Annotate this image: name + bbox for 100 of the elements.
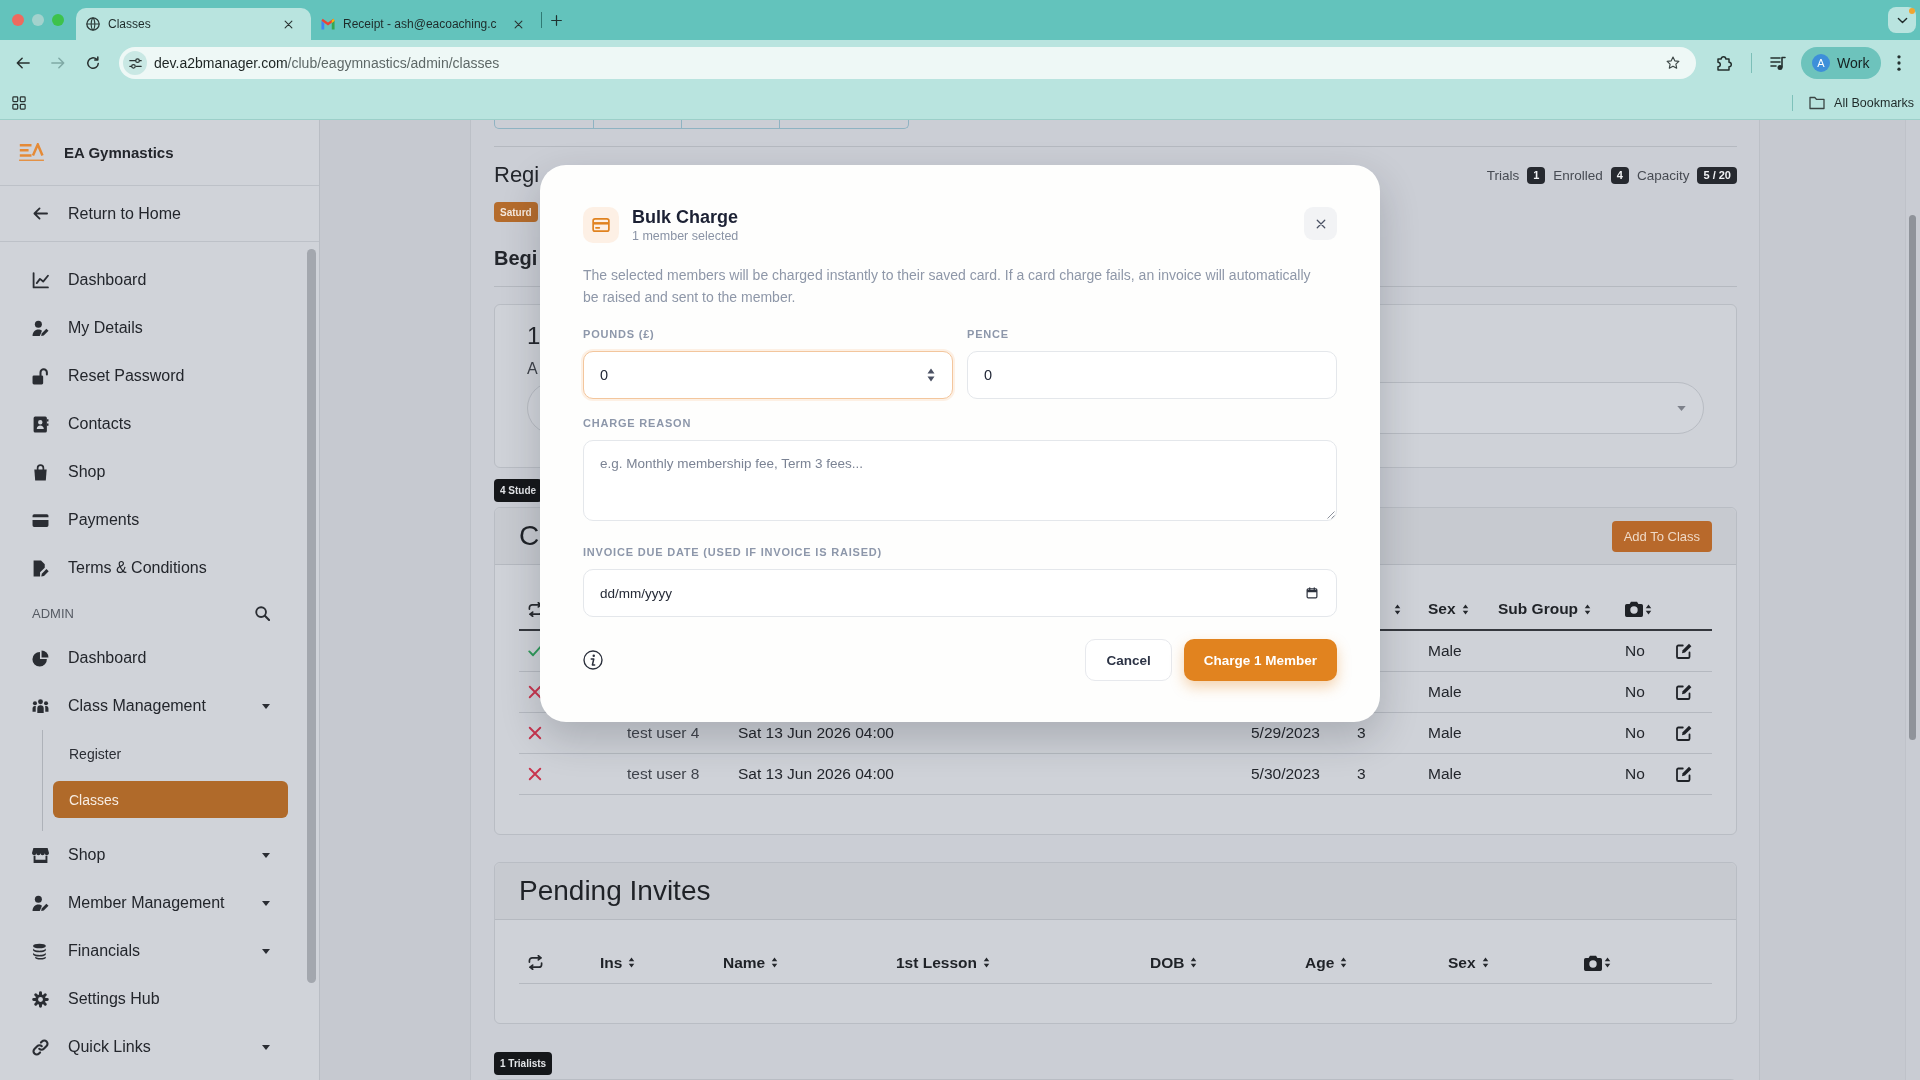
apps-grid-icon[interactable]: [12, 95, 26, 110]
caret-down-icon: [262, 900, 270, 906]
media-controls-icon[interactable]: [1770, 55, 1786, 71]
charge-reason-field[interactable]: e.g. Monthly membership fee, Term 3 fees...: [583, 440, 1337, 521]
summary-caption: A: [527, 359, 538, 379]
field-label: PENCE: [967, 327, 1009, 341]
new-tab-icon[interactable]: [551, 14, 562, 26]
document-pen-icon: [32, 559, 49, 577]
dialog-title: Bulk Charge: [632, 207, 739, 227]
site-settings-icon[interactable]: [123, 51, 147, 75]
nav-item[interactable]: Quick Links: [0, 1023, 305, 1071]
browser-tab[interactable]: Classes: [76, 8, 311, 40]
sort-icon: [1461, 603, 1469, 615]
settings-icon: [32, 990, 49, 1008]
nav-item[interactable]: Settings Hub: [0, 975, 305, 1023]
scrollbar-thumb[interactable]: [1909, 215, 1916, 740]
search-icon[interactable]: [255, 605, 270, 621]
close-icon: [1315, 218, 1326, 229]
profile-button[interactable]: A Work: [1801, 47, 1881, 79]
due-date-field[interactable]: dd/mm/yyyy: [583, 569, 1337, 617]
table-cell: Sat 13 Jun 2026 04:00: [738, 724, 894, 742]
repeat-icon[interactable]: [528, 955, 543, 970]
storefront-icon: [32, 846, 49, 864]
column-header[interactable]: DOB: [1150, 953, 1198, 972]
amount-field[interactable]: 0: [967, 351, 1337, 399]
caret-down-icon: [262, 852, 270, 858]
arrow-left-icon: [33, 206, 48, 221]
nav-item[interactable]: Shop: [0, 831, 305, 879]
nav-item[interactable]: Contacts: [0, 400, 305, 448]
nav-item[interactable]: Dashboard: [0, 256, 305, 304]
nav-item[interactable]: Shop: [0, 448, 305, 496]
calendar-icon[interactable]: [1306, 587, 1318, 599]
sort-icon[interactable]: [1604, 957, 1611, 968]
column-header[interactable]: Ins: [600, 953, 636, 972]
cancel-button[interactable]: Cancel: [1085, 639, 1172, 681]
unlocked-padlock-icon: [32, 367, 49, 385]
all-bookmarks-button[interactable]: All Bookmarks: [1809, 89, 1914, 116]
user-pen-icon: [32, 894, 49, 912]
nav-item[interactable]: Register: [53, 735, 288, 772]
back-link[interactable]: Return to Home: [0, 186, 319, 242]
reload-icon[interactable]: [86, 56, 100, 70]
table-cell: Male: [1428, 683, 1462, 701]
summary-number: 1: [527, 321, 541, 351]
link-icon: [32, 1038, 49, 1056]
browser-tab[interactable]: Receipt - ash@eacoaching.c: [311, 8, 541, 40]
nav-item[interactable]: Payments: [0, 496, 305, 544]
edit-icon[interactable]: [1676, 684, 1692, 700]
close-icon[interactable]: [284, 19, 293, 29]
nav-item[interactable]: Financials: [0, 927, 305, 975]
people-group-icon: [32, 697, 49, 715]
stepper-icon[interactable]: [927, 368, 935, 382]
table-cell: Male: [1428, 724, 1462, 742]
sort-icon: [983, 957, 990, 968]
close-icon[interactable]: [514, 19, 523, 29]
column-header[interactable]: Name: [723, 953, 779, 972]
sort-icon: [1584, 603, 1592, 615]
tab-search-button[interactable]: [1888, 7, 1916, 33]
sort-icon: [1481, 957, 1489, 968]
edit-icon[interactable]: [1676, 643, 1692, 659]
table-cell: test user 4: [627, 724, 700, 742]
dialog-description: The selected members will be charged instantly to their saved card. If a card charge fails, an invoice will automatically be raised and sent to the member.: [583, 266, 1312, 307]
sort-icon[interactable]: [1645, 603, 1652, 615]
table-cell: Male: [1428, 765, 1462, 783]
menu-icon[interactable]: [1897, 55, 1901, 71]
table-cell: No: [1625, 765, 1645, 783]
info-icon[interactable]: [583, 650, 603, 670]
sort-icon: [1340, 957, 1348, 968]
table-cell: No: [1625, 724, 1645, 742]
edit-icon[interactable]: [1676, 725, 1692, 741]
extensions-icon[interactable]: [1716, 55, 1732, 71]
bookmark-star-icon[interactable]: [1666, 56, 1680, 70]
sort-icon: [771, 957, 779, 968]
mail-icon: [321, 17, 335, 31]
page-title: Regi: [494, 162, 540, 188]
nav-item[interactable]: Reset Password: [0, 352, 305, 400]
folder-icon: [1809, 94, 1826, 111]
nav-item[interactable]: Classes: [53, 781, 288, 818]
resize-handle-icon[interactable]: [1327, 511, 1335, 519]
camera-icon: [1625, 601, 1643, 617]
address-bar[interactable]: dev.a2bmanager.com/club/eagymnastics/admin/classes: [119, 47, 1696, 79]
nav-item[interactable]: Class Management: [0, 682, 305, 730]
nav-item[interactable]: My Details: [0, 304, 305, 352]
address-book-icon: [32, 415, 49, 433]
amount-field[interactable]: 0: [583, 351, 953, 399]
nav-item[interactable]: Dashboard: [0, 634, 305, 682]
back-icon[interactable]: [16, 56, 30, 70]
nav-item[interactable]: Member Management: [0, 879, 305, 927]
repeat-icon[interactable]: [528, 601, 543, 617]
sort-icon[interactable]: [1394, 603, 1401, 615]
user-pen-icon: [32, 319, 49, 337]
column-header[interactable]: 1st Lesson: [896, 953, 990, 972]
scrollbar-thumb[interactable]: [307, 249, 316, 983]
edit-icon[interactable]: [1676, 766, 1692, 782]
column-header[interactable]: Sub Group: [1498, 600, 1592, 618]
card-title: Pending Invites: [519, 875, 711, 907]
column-header[interactable]: Age: [1305, 953, 1348, 972]
column-header[interactable]: Sex: [1428, 600, 1469, 618]
sort-icon: [628, 957, 636, 968]
nav-item[interactable]: Terms & Conditions: [0, 544, 305, 592]
column-header[interactable]: Sex: [1448, 953, 1489, 972]
